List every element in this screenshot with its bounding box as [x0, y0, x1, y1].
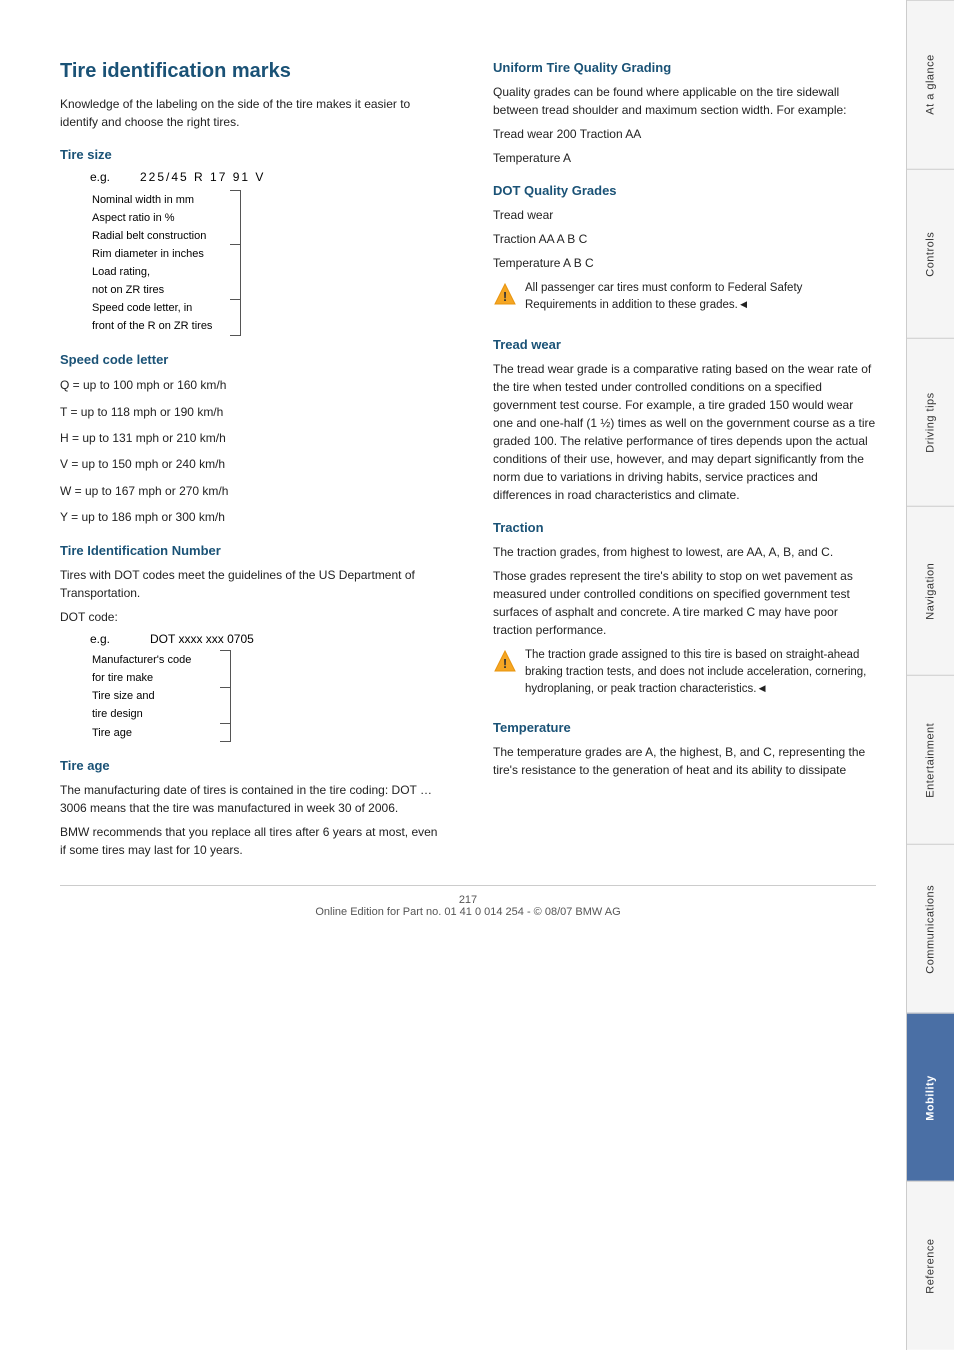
dot-quality-line3: Temperature A B C: [493, 254, 876, 272]
tire-label-load2: not on ZR tires: [90, 281, 230, 299]
dot-eg-label: e.g.: [90, 632, 140, 646]
tire-size-heading: Tire size: [60, 147, 443, 162]
tire-label-speed2: front of the R on ZR tires: [90, 317, 230, 335]
bracket-speed: [230, 299, 240, 335]
speed-item-y: Y = up to 186 mph or 300 km/h: [60, 507, 443, 527]
sidebar-tab-driving-tips[interactable]: Driving tips: [907, 338, 954, 507]
bracket-rim: [230, 245, 240, 299]
dot-quality-line1: Tread wear: [493, 206, 876, 224]
dot-quality-heading: DOT Quality Grades: [493, 183, 876, 198]
dot-diagram: e.g. DOT xxxx xxx 0705 Manufacturer's co…: [90, 632, 443, 742]
page-container: Tire identification marks Knowledge of t…: [0, 0, 954, 1350]
sidebar-tab-navigation[interactable]: Navigation: [907, 506, 954, 675]
main-content: Tire identification marks Knowledge of t…: [0, 0, 906, 1350]
speed-item-h: H = up to 131 mph or 210 km/h: [60, 428, 443, 448]
traction-warning-box: ! The traction grade assigned to this ti…: [493, 647, 876, 705]
two-col-layout: Tire identification marks Knowledge of t…: [60, 60, 876, 865]
tire-eg-row: e.g. 225/45 R 17 91 V: [90, 170, 443, 184]
dot-label-mfr1: Manufacturer's code: [90, 651, 220, 669]
sidebar-tab-mobility[interactable]: Mobility: [907, 1013, 954, 1182]
dot-label-mfr2: for tire make: [90, 669, 220, 687]
sidebar-tab-at-a-glance[interactable]: At a glance: [907, 0, 954, 169]
dot-label-size1: Tire size and: [90, 687, 220, 705]
speed-code-heading: Speed code letter: [60, 352, 443, 367]
tire-eg-label: e.g.: [90, 170, 140, 184]
sidebar: At a glance Controls Driving tips Naviga…: [906, 0, 954, 1350]
svg-text:!: !: [503, 289, 507, 304]
tire-id-heading: Tire Identification Number: [60, 543, 443, 558]
intro-text: Knowledge of the labeling on the side of…: [60, 95, 443, 131]
sidebar-tab-controls[interactable]: Controls: [907, 169, 954, 338]
temperature-heading: Temperature: [493, 720, 876, 735]
svg-text:!: !: [503, 656, 507, 671]
warning-icon-1: !: [493, 282, 517, 306]
speed-item-q: Q = up to 100 mph or 160 km/h: [60, 375, 443, 395]
tire-age-heading: Tire age: [60, 758, 443, 773]
uniform-tire-heading: Uniform Tire Quality Grading: [493, 60, 876, 75]
tread-wear-para: The tread wear grade is a comparative ra…: [493, 360, 876, 504]
uniform-tire-example2: Temperature A: [493, 149, 876, 167]
tread-wear-heading: Tread wear: [493, 337, 876, 352]
tire-age-para2: BMW recommends that you replace all tire…: [60, 823, 443, 859]
sidebar-tab-entertainment[interactable]: Entertainment: [907, 675, 954, 844]
speed-items: Q = up to 100 mph or 160 km/h T = up to …: [60, 375, 443, 527]
tire-label-nominal: Nominal width in mm: [90, 191, 230, 209]
speed-item-t: T = up to 118 mph or 190 km/h: [60, 402, 443, 422]
tire-eg-value: 225/45 R 17 91 V: [140, 170, 265, 184]
dot-label-size2: tire design: [90, 705, 220, 723]
tire-age-para1: The manufacturing date of tires is conta…: [60, 781, 443, 817]
tire-size-table: Nominal width in mm Aspect ratio in % Ra…: [90, 190, 245, 336]
uniform-tire-para1: Quality grades can be found where applic…: [493, 83, 876, 119]
col-left: Tire identification marks Knowledge of t…: [60, 60, 453, 865]
sidebar-tab-communications[interactable]: Communications: [907, 844, 954, 1013]
sidebar-tab-reference[interactable]: Reference: [907, 1181, 954, 1350]
temperature-para: The temperature grades are A, the highes…: [493, 743, 876, 779]
bracket-radial: [230, 227, 240, 245]
bracket-mfr: [220, 651, 230, 687]
tire-size-diagram: e.g. 225/45 R 17 91 V Nominal width in m…: [90, 170, 443, 336]
speed-item-w: W = up to 167 mph or 270 km/h: [60, 481, 443, 501]
tire-id-para1: Tires with DOT codes meet the guidelines…: [60, 566, 443, 602]
dot-quality-line2: Traction AA A B C: [493, 230, 876, 248]
bracket-aspect: [230, 209, 240, 227]
speed-item-v: V = up to 150 mph or 240 km/h: [60, 454, 443, 474]
dot-quality-warning-box: ! All passenger car tires must conform t…: [493, 280, 876, 321]
page-title: Tire identification marks: [60, 60, 443, 83]
tire-label-speed1: Speed code letter, in: [90, 299, 230, 317]
dot-eg-row: e.g. DOT xxxx xxx 0705: [90, 632, 443, 646]
dot-eg-value: DOT xxxx xxx 0705: [150, 632, 254, 646]
dot-table: Manufacturer's code for tire make Tire s…: [90, 650, 231, 742]
traction-para2: Those grades represent the tire's abilit…: [493, 567, 876, 639]
footer-text: Online Edition for Part no. 01 41 0 014 …: [315, 906, 620, 918]
page-footer: 217 Online Edition for Part no. 01 41 0 …: [60, 885, 876, 918]
dot-label-age: Tire age: [90, 724, 220, 742]
traction-heading: Traction: [493, 520, 876, 535]
tire-label-radial: Radial belt construction: [90, 227, 230, 245]
dot-quality-warning-text: All passenger car tires must conform to …: [525, 280, 876, 315]
traction-warning-text: The traction grade assigned to this tire…: [525, 647, 876, 699]
tire-label-aspect: Aspect ratio in %: [90, 209, 230, 227]
dot-label: DOT code:: [60, 608, 443, 626]
warning-icon-2: !: [493, 649, 517, 673]
col-right: Uniform Tire Quality Grading Quality gra…: [483, 60, 876, 865]
bracket-size: [220, 687, 230, 723]
tire-label-load1: Load rating,: [90, 263, 230, 281]
uniform-tire-example1: Tread wear 200 Traction AA: [493, 125, 876, 143]
page-number: 217: [459, 894, 477, 906]
tire-label-rim: Rim diameter in inches: [90, 245, 230, 263]
traction-para1: The traction grades, from highest to low…: [493, 543, 876, 561]
bracket-nominal: [230, 191, 240, 209]
bracket-age: [220, 724, 230, 742]
